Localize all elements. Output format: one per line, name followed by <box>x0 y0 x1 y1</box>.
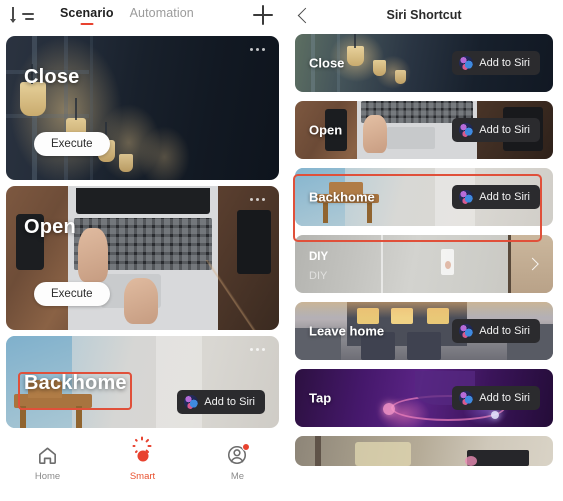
shortcut-title: Open <box>309 122 343 138</box>
account-icon <box>226 443 250 467</box>
add-to-siri-button[interactable]: Add to Siri <box>452 118 540 142</box>
tab-scenario-label: Scenario <box>60 6 114 20</box>
bottom-navigation: Home Smart Me <box>0 436 285 501</box>
tab-automation[interactable]: Automation <box>130 6 194 24</box>
shortcut-row-partial[interactable] <box>295 436 553 466</box>
shortcut-row-open[interactable]: Open Add to Siri <box>295 101 553 159</box>
add-to-siri-button[interactable]: Add to Siri <box>452 319 540 343</box>
plus-icon[interactable] <box>253 5 273 25</box>
scenario-title: Open <box>24 216 76 238</box>
siri-orb-icon <box>459 324 474 338</box>
siri-shortcut-list: Close Add to Siri Open Add to Siri Backh… <box>285 30 563 501</box>
scenario-card-close[interactable]: Close Execute <box>6 36 279 180</box>
dual-screenshot-container: Scenario Automation Close Execute Open E… <box>0 0 563 501</box>
tab-automation-label: Automation <box>129 6 194 20</box>
add-to-siri-label: Add to Siri <box>479 392 530 404</box>
card-menu-dots-icon[interactable] <box>250 198 265 201</box>
scenario-tabs: Scenario Automation <box>60 6 194 25</box>
left-header: Scenario Automation <box>0 0 285 30</box>
shortcut-title: Close <box>309 55 345 71</box>
siri-orb-icon <box>459 123 474 137</box>
add-to-siri-label: Add to Siri <box>479 325 530 337</box>
shortcut-title: Backhome <box>309 189 375 205</box>
siri-orb-icon <box>184 395 199 409</box>
shortcut-row-leave-home[interactable]: Leave home Add to Siri <box>295 302 553 360</box>
right-phone-screen: Siri Shortcut Close Add to Siri Open Add… <box>285 0 563 501</box>
page-title: Siri Shortcut <box>386 8 462 22</box>
shortcut-row-tap[interactable]: Tap Add to Siri <box>295 369 553 427</box>
scenario-list: Close Execute Open Execute Backhome Add … <box>0 30 285 450</box>
shortcut-title: DIY <box>309 251 329 264</box>
shortcut-row-backhome[interactable]: Backhome Add to Siri <box>295 168 553 226</box>
siri-orb-icon <box>459 190 474 204</box>
siri-orb-icon <box>459 56 474 70</box>
nav-item-home[interactable]: Home <box>0 444 95 482</box>
shortcut-subtitle: DIY <box>309 269 328 282</box>
tab-scenario[interactable]: Scenario <box>60 6 114 25</box>
notification-badge <box>242 443 250 451</box>
shortcut-title: Leave home <box>309 323 385 339</box>
add-to-siri-label: Add to Siri <box>479 191 530 203</box>
scenario-image-close <box>6 36 279 180</box>
card-menu-dots-icon[interactable] <box>250 348 265 351</box>
right-header: Siri Shortcut <box>285 0 563 30</box>
execute-button[interactable]: Execute <box>34 282 110 306</box>
scenario-card-backhome[interactable]: Backhome Add to Siri <box>6 336 279 428</box>
nav-label-home: Home <box>34 471 61 482</box>
add-to-siri-label: Add to Siri <box>479 57 530 69</box>
scenario-image-open <box>6 186 279 330</box>
row-image-diy <box>295 235 553 293</box>
nav-label-me: Me <box>230 471 245 482</box>
execute-button[interactable]: Execute <box>34 132 110 156</box>
shortcut-row-diy[interactable]: DIY DIY <box>295 235 553 293</box>
shortcut-row-close[interactable]: Close Add to Siri <box>295 34 553 92</box>
add-to-siri-label: Add to Siri <box>204 396 255 408</box>
add-to-siri-button[interactable]: Add to Siri <box>177 390 265 414</box>
siri-orb-icon <box>459 391 474 405</box>
scenario-card-open[interactable]: Open Execute <box>6 186 279 330</box>
scenario-title: Close <box>24 66 80 88</box>
scenario-title: Backhome <box>24 372 127 394</box>
home-icon <box>36 444 59 467</box>
left-phone-screen: Scenario Automation Close Execute Open E… <box>0 0 285 501</box>
add-to-siri-label: Add to Siri <box>479 124 530 136</box>
add-to-siri-button[interactable]: Add to Siri <box>452 185 540 209</box>
add-to-siri-button[interactable]: Add to Siri <box>452 386 540 410</box>
row-image-partial <box>295 436 553 466</box>
nav-label-smart: Smart <box>129 471 156 482</box>
tab-active-underline <box>80 22 94 25</box>
nav-item-me[interactable]: Me <box>190 443 285 482</box>
add-to-siri-button[interactable]: Add to Siri <box>452 51 540 75</box>
sun-burst-icon <box>131 436 154 467</box>
sort-list-icon[interactable] <box>10 6 34 24</box>
nav-item-smart[interactable]: Smart <box>95 436 190 482</box>
card-menu-dots-icon[interactable] <box>250 48 265 51</box>
shortcut-title: Tap <box>309 390 332 406</box>
